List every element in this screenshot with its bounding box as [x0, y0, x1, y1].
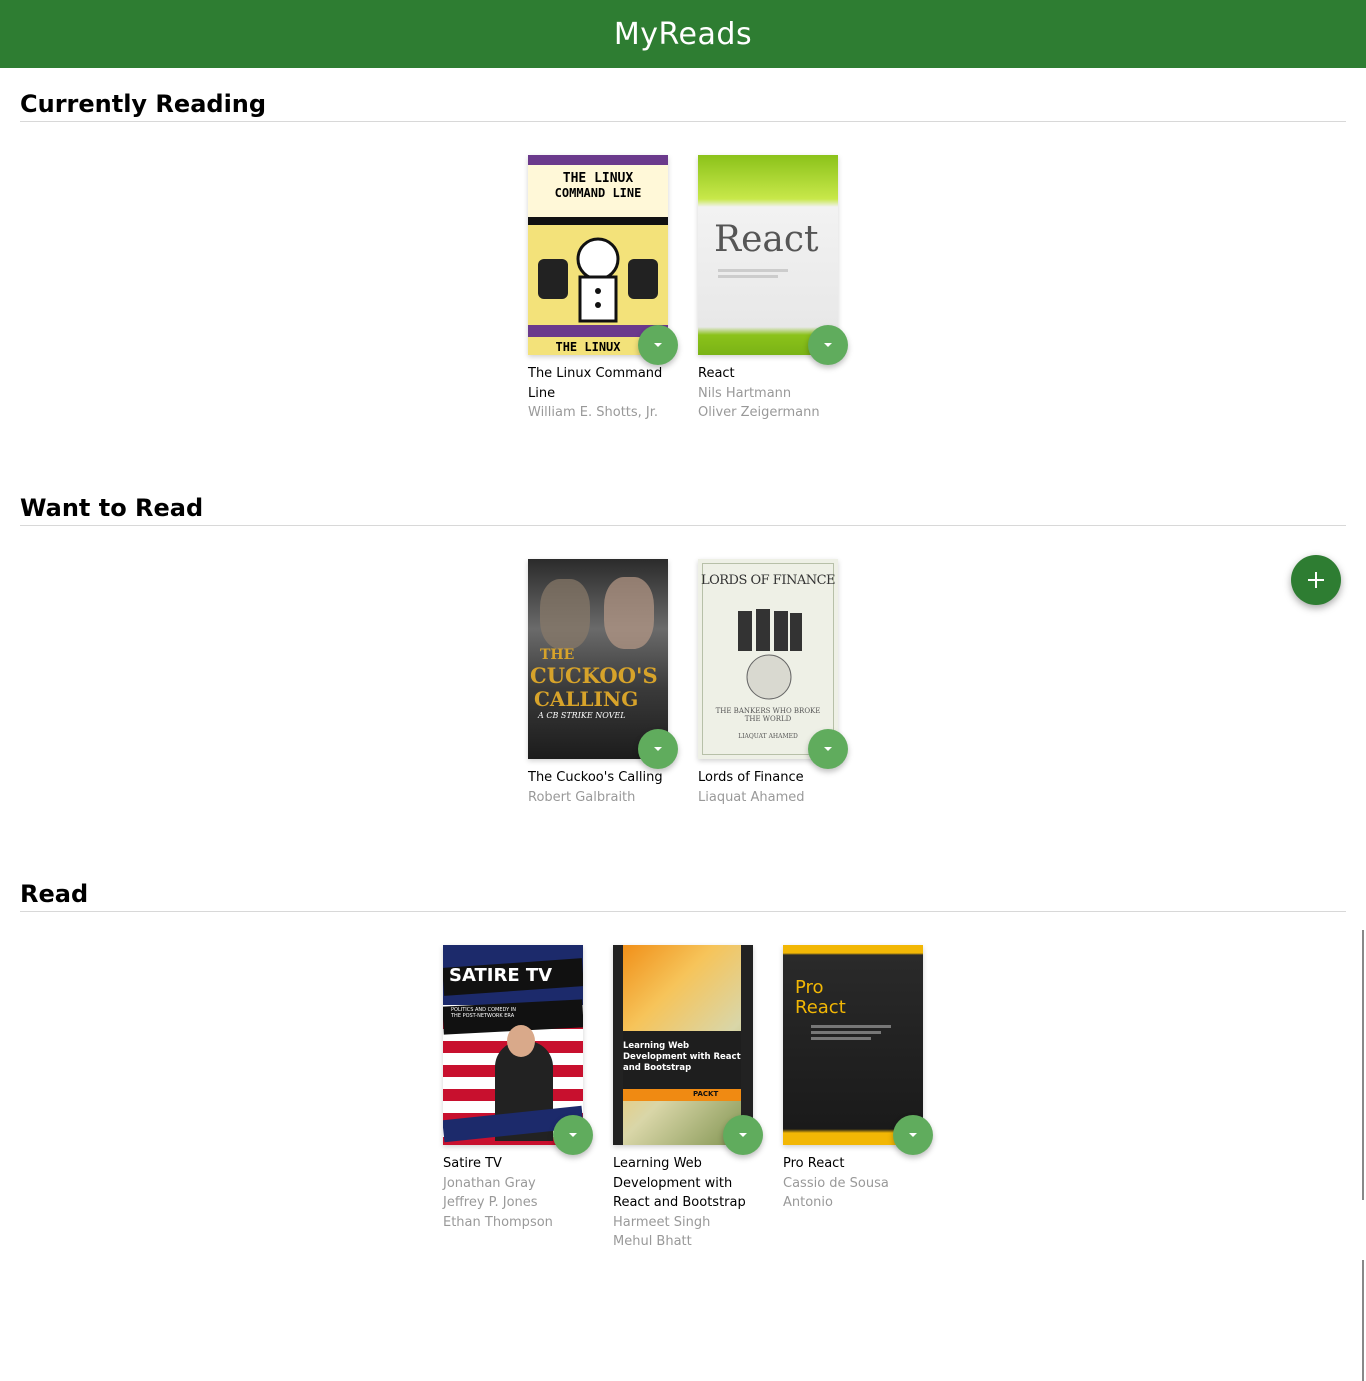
book-cover[interactable]: LORDS OF FINANCE THE BANKERS WHO BROKE T… [698, 559, 848, 769]
book-author: Mehul Bhatt [613, 1234, 692, 1249]
shelf-changer-button[interactable] [553, 1115, 593, 1155]
book-cover[interactable]: Pro React [783, 945, 933, 1155]
book-cover[interactable]: SATIRE TV POLITICS AND COMEDY IN THE POS… [443, 945, 593, 1155]
book-cover[interactable]: THE LINUX COMMAND LINE THE LINUX [528, 155, 678, 365]
book-item: React React Nils Hartmann Oliver Zeigerm… [698, 155, 848, 423]
book-item: THE LINUX COMMAND LINE THE LINUX The Lin… [528, 155, 678, 423]
robot-illustration [538, 237, 658, 323]
chevron-down-icon [654, 747, 662, 751]
book-cover[interactable]: Learning Web Development with React and … [613, 945, 763, 1155]
chevron-down-icon [824, 343, 832, 347]
chevron-down-icon [909, 1133, 917, 1137]
chevron-down-icon [824, 747, 832, 751]
book-item: Pro React Pro React Cassio de Sousa Anto… [783, 945, 933, 1213]
book-author: Cassio de Sousa Antonio [783, 1175, 889, 1211]
book-author: William E. Shotts, Jr. [528, 405, 659, 420]
book-cover[interactable]: React [698, 155, 848, 365]
book-author: Jonathan Gray [443, 1175, 536, 1191]
book-author: Ethan Thompson [443, 1214, 553, 1230]
book-authors: Robert Galbraith [528, 788, 668, 808]
shelf-changer-button[interactable] [808, 729, 848, 769]
book-author: Liaquat Ahamed [698, 789, 805, 805]
shelf-changer-button[interactable] [638, 325, 678, 365]
shelf-currently-reading: Currently Reading [20, 86, 1346, 446]
book-title: Lords of Finance [698, 770, 804, 785]
book-authors: William E. Shotts, Jr. [528, 403, 668, 423]
book-author: Robert Galbraith [528, 789, 636, 805]
chevron-down-icon [569, 1133, 577, 1137]
book-item: THE CUCKOO'S CALLING A CB STRIKE NOVEL T… [528, 559, 678, 808]
book-item: LORDS OF FINANCE THE BANKERS WHO BROKE T… [698, 559, 848, 808]
book-author: Harmeet Singh [613, 1214, 711, 1230]
shelf-title: Read [20, 876, 1346, 912]
app-header: MyReads [0, 0, 1366, 68]
book-authors: Jonathan Gray Jeffrey P. Jones Ethan Tho… [443, 1174, 583, 1233]
book-title: The Linux Command Line [528, 366, 663, 401]
book-author: Jeffrey P. Jones [443, 1195, 538, 1210]
book-authors: Harmeet Singh Mehul Bhatt [613, 1213, 753, 1252]
book-authors: Liaquat Ahamed [698, 788, 838, 808]
shelf-want-to-read: Want to Read [20, 490, 1346, 850]
book-title: Learning Web Development with React and … [613, 1156, 746, 1210]
book-title: React [698, 366, 735, 381]
bankers-illustration [738, 609, 802, 700]
shelf-changer-button[interactable] [808, 325, 848, 365]
chevron-down-icon [654, 343, 662, 347]
book-authors: Cassio de Sousa Antonio [783, 1174, 923, 1213]
scrollbar[interactable] [1362, 930, 1364, 1200]
book-item: Learning Web Development with React and … [613, 945, 763, 1252]
shelf-changer-button[interactable] [893, 1115, 933, 1155]
shelf-changer-button[interactable] [638, 729, 678, 769]
plus-icon [1308, 572, 1324, 588]
book-author: Nils Hartmann [698, 385, 792, 401]
book-cover[interactable]: THE CUCKOO'S CALLING A CB STRIKE NOVEL [528, 559, 678, 769]
shelf-changer-button[interactable] [723, 1115, 763, 1155]
app-title: MyReads [613, 16, 753, 52]
book-title: Satire TV [443, 1156, 502, 1171]
book-item: SATIRE TV POLITICS AND COMEDY IN THE POS… [443, 945, 593, 1233]
add-book-button[interactable] [1291, 555, 1341, 605]
shelf-title: Want to Read [20, 490, 1346, 526]
book-title: The Cuckoo's Calling [528, 770, 663, 785]
book-author: Oliver Zeigermann [698, 405, 820, 420]
book-authors: Nils Hartmann Oliver Zeigermann [698, 384, 838, 423]
scrollbar-track[interactable] [1362, 1260, 1364, 1381]
chevron-down-icon [739, 1133, 747, 1137]
book-title: Pro React [783, 1156, 845, 1171]
shelf-title: Currently Reading [20, 86, 1346, 122]
